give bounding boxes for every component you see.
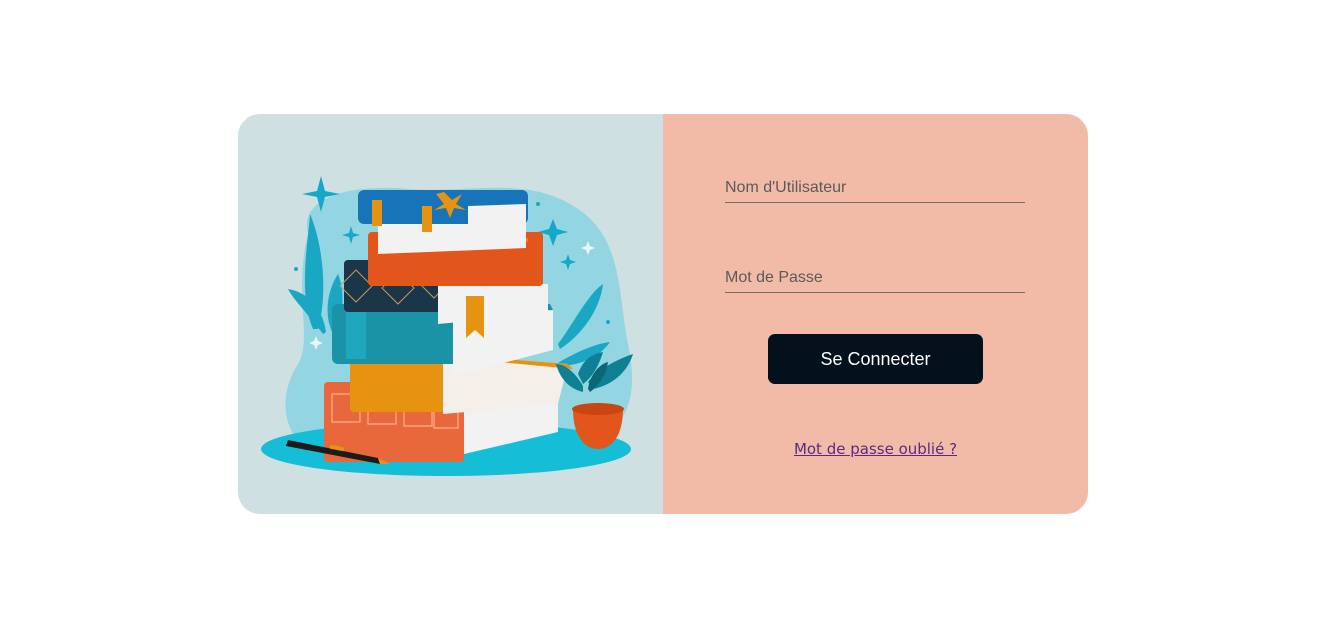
login-card: Se Connecter Mot de passe oublié ? [238,114,1088,514]
password-input[interactable] [725,264,1025,292]
login-button[interactable]: Se Connecter [768,334,983,384]
books-stack-illustration [261,176,633,476]
password-field-wrapper [725,264,1025,293]
login-form: Se Connecter Mot de passe oublié ? [663,114,1088,514]
forgot-password-link[interactable]: Mot de passe oublié ? [663,440,1088,458]
username-input[interactable] [725,174,1025,202]
illustration-panel [238,114,663,514]
username-field-wrapper [725,174,1025,203]
